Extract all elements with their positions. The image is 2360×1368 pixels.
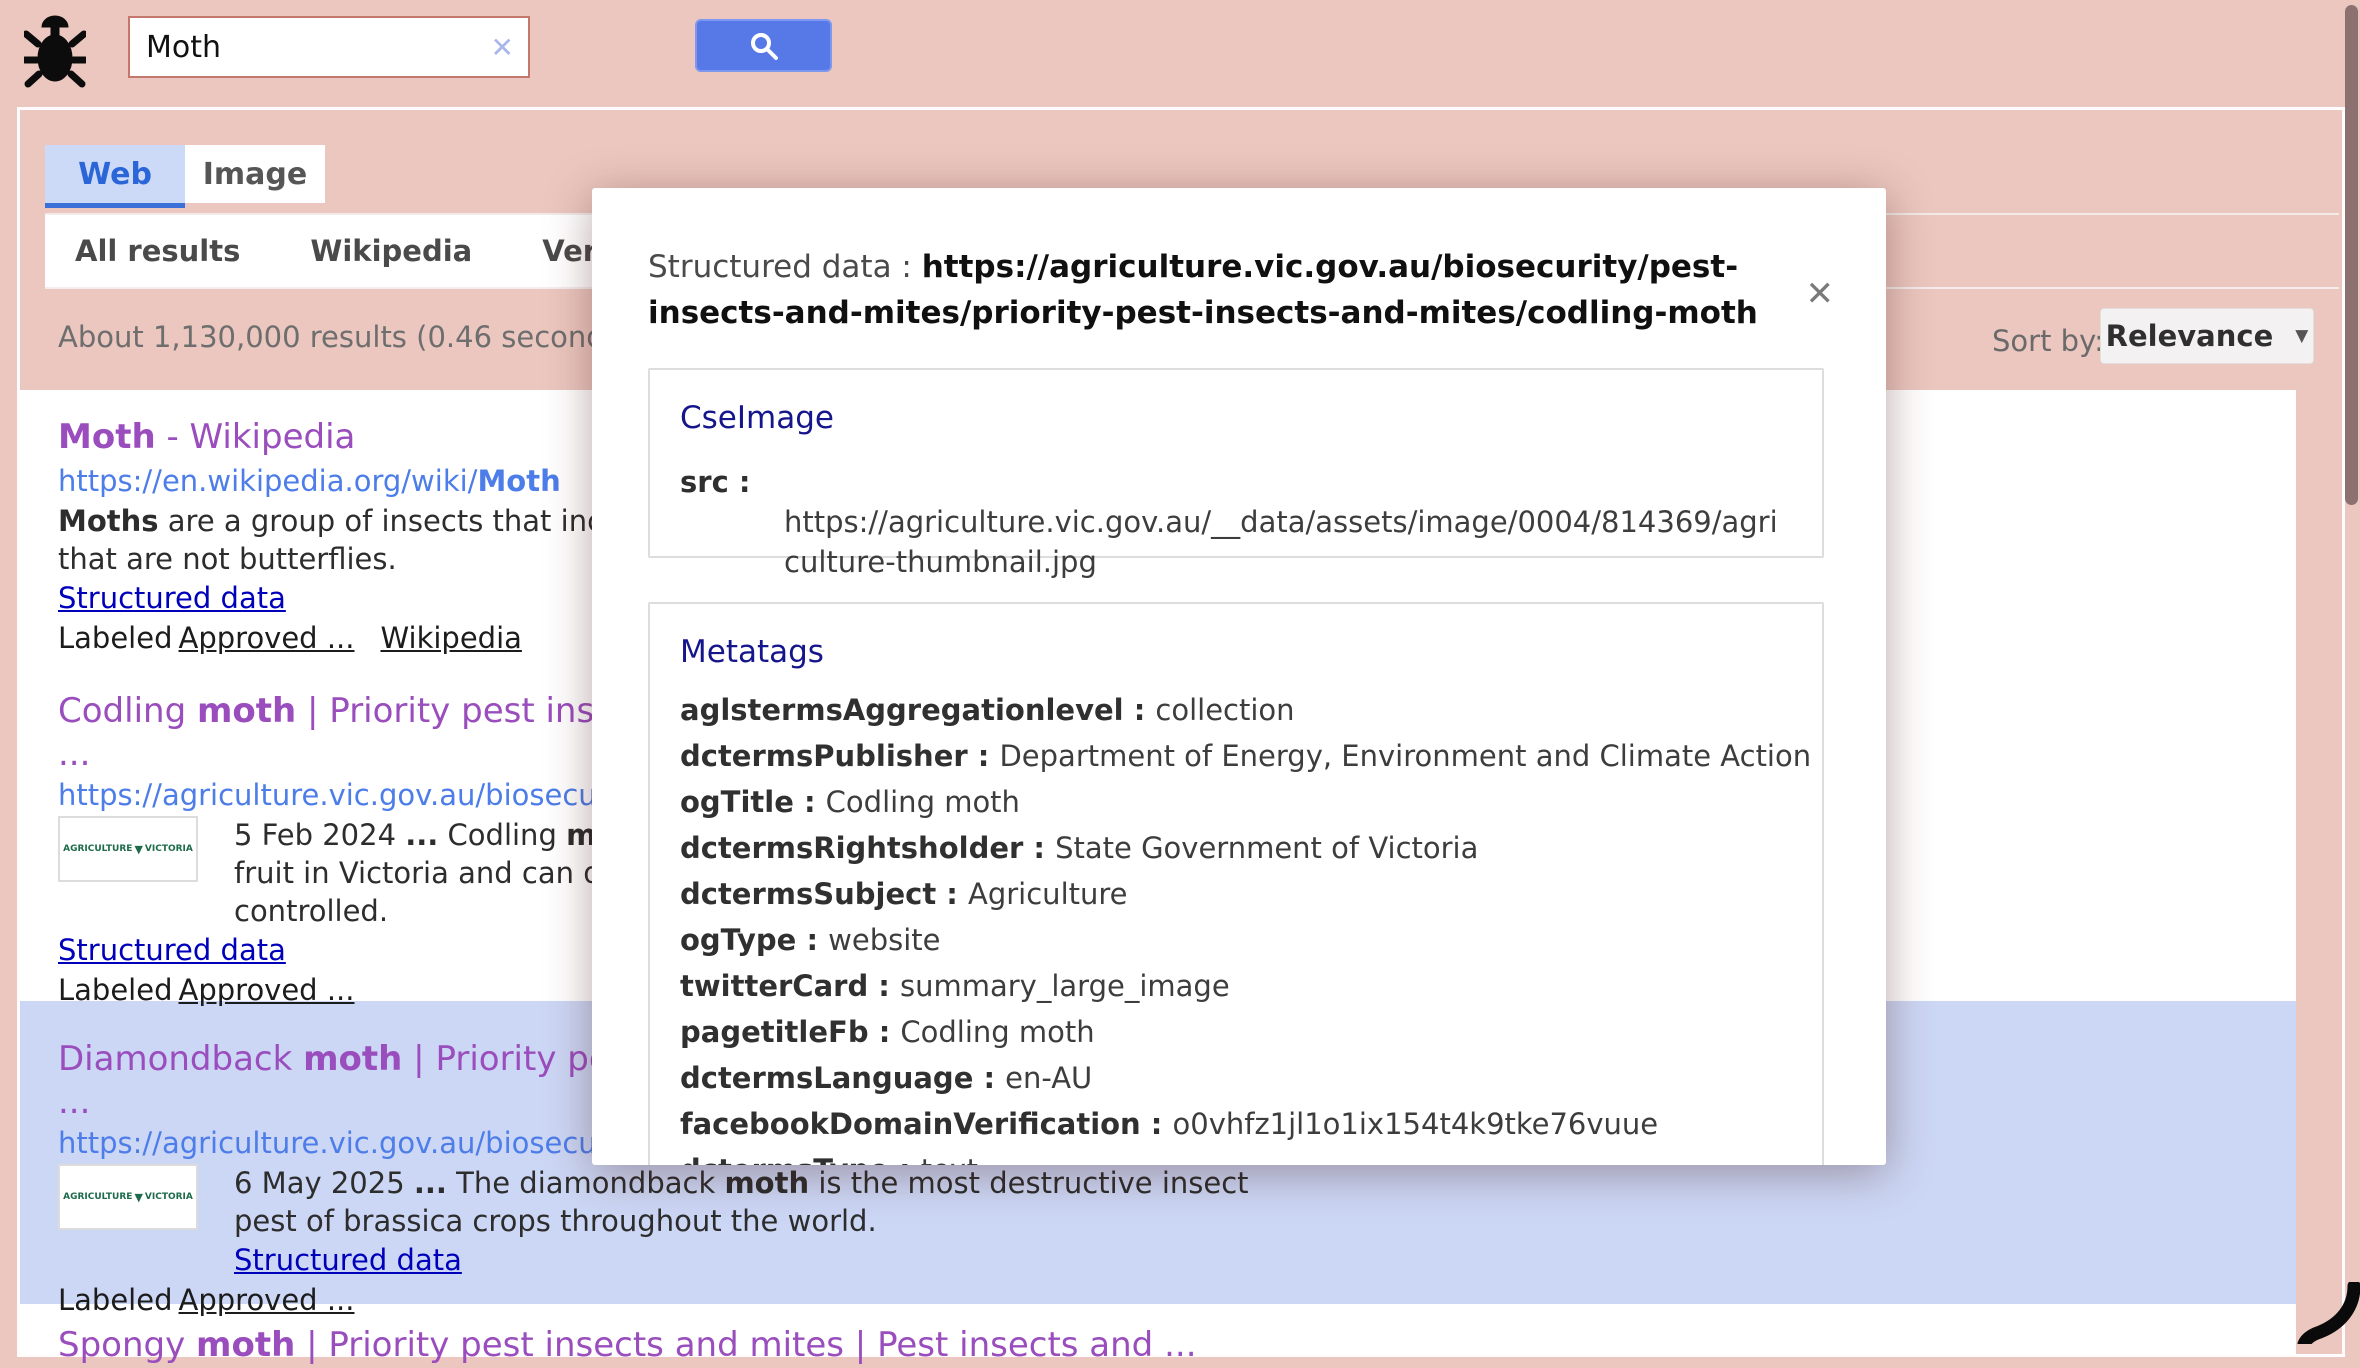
sort-by-label: Sort by: xyxy=(1992,324,2104,358)
label-wikipedia-link[interactable]: Wikipedia xyxy=(380,621,521,655)
result-thumbnail: AGRICULTURE▼VICTORIA xyxy=(58,816,198,882)
metatag-row: ogTitle : Codling moth xyxy=(680,788,1792,817)
result-title-bold: Moth xyxy=(58,417,156,457)
chevron-down-icon: ▼ xyxy=(2295,326,2308,346)
filter-all-results[interactable]: All results xyxy=(75,234,240,268)
label-approved-link[interactable]: Approved ... xyxy=(179,621,355,655)
metatag-row: dctermsPublisher : Department of Energy,… xyxy=(680,742,1792,771)
metatag-row: pagetitleFb : Codling moth xyxy=(680,1018,1792,1047)
clear-search-icon[interactable]: ✕ xyxy=(491,31,514,65)
structured-data-modal: Structured data : https://agriculture.vi… xyxy=(592,188,1886,1165)
metatags-heading: Metatags xyxy=(680,634,1792,670)
result-title-rest: - Wikipedia xyxy=(156,417,356,457)
tab-image[interactable]: Image xyxy=(185,145,325,203)
annotation-curve xyxy=(2296,1282,2360,1344)
search-box: ✕ xyxy=(128,16,530,78)
cse-image-heading: CseImage xyxy=(680,400,1792,436)
agriculture-victoria-logo: VICTORIA xyxy=(145,1192,193,1202)
label-approved-link[interactable]: Approved ... xyxy=(179,1283,355,1317)
structured-data-link-row: Structured data xyxy=(234,1240,2266,1280)
modal-title: Structured data : https://agriculture.vi… xyxy=(648,244,1808,336)
metatag-row: ogType : website xyxy=(680,926,1792,955)
sort-dropdown[interactable]: Relevance ▼ xyxy=(2100,308,2314,364)
result-thumbnail: AGRICULTURE▼VICTORIA xyxy=(58,1164,198,1230)
structured-data-link[interactable]: Structured data xyxy=(58,581,286,615)
results-count: About 1,130,000 results (0.46 seconds) xyxy=(58,320,631,354)
search-result: Spongy moth | Priority pest insects and … xyxy=(58,1322,2266,1368)
metatag-row: dctermsType : text xyxy=(680,1156,1792,1165)
bug-logo-icon xyxy=(24,12,86,90)
sort-value: Relevance xyxy=(2106,319,2274,353)
label-approved-link[interactable]: Approved ... xyxy=(179,973,355,1007)
logo-mark-icon: ▼ xyxy=(134,843,142,856)
top-bar: ✕ xyxy=(0,0,2360,105)
cse-image-src: src : https://agriculture.vic.gov.au/__d… xyxy=(680,462,1792,582)
filter-wikipedia[interactable]: Wikipedia xyxy=(310,234,472,268)
metatags-card: Metatags aglstermsAggregationlevel : col… xyxy=(648,602,1824,1165)
search-button[interactable] xyxy=(695,19,832,72)
metatag-row: dctermsSubject : Agriculture xyxy=(680,880,1792,909)
agriculture-victoria-logo: AGRICULTURE xyxy=(63,844,132,854)
logo-mark-icon: ▼ xyxy=(134,1191,142,1204)
result-title[interactable]: Spongy moth | Priority pest insects and … xyxy=(58,1322,2266,1368)
active-tab-underline xyxy=(45,203,185,208)
agriculture-victoria-logo: VICTORIA xyxy=(145,844,193,854)
cse-image-card: CseImage src : https://agriculture.vic.g… xyxy=(648,368,1824,558)
metatag-row: aglstermsAggregationlevel : collection xyxy=(680,696,1792,725)
result-snippet: 6 May 2025 ... The diamondback moth is t… xyxy=(234,1164,2266,1202)
search-input[interactable] xyxy=(130,18,528,76)
labeled-row: LabeledApproved ... xyxy=(58,1280,2266,1320)
metatag-row: twitterCard : summary_large_image xyxy=(680,972,1792,1001)
scrollbar-thumb[interactable] xyxy=(2345,5,2358,505)
structured-data-link[interactable]: Structured data xyxy=(58,933,286,967)
close-icon[interactable]: ✕ xyxy=(1806,274,1835,314)
metatag-row: facebookDomainVerification : o0vhfz1jl1o… xyxy=(680,1110,1792,1139)
structured-data-link[interactable]: Structured data xyxy=(234,1243,462,1277)
search-icon xyxy=(749,31,779,61)
agriculture-victoria-logo: AGRICULTURE xyxy=(63,1192,132,1202)
tab-web[interactable]: Web xyxy=(45,145,185,203)
result-snippet: pest of brassica crops throughout the wo… xyxy=(234,1202,2266,1240)
modal-title-prefix: Structured data : xyxy=(648,249,922,285)
metatag-row: dctermsRightsholder : State Government o… xyxy=(680,834,1792,863)
metatag-row: dctermsLanguage : en-AU xyxy=(680,1064,1792,1093)
